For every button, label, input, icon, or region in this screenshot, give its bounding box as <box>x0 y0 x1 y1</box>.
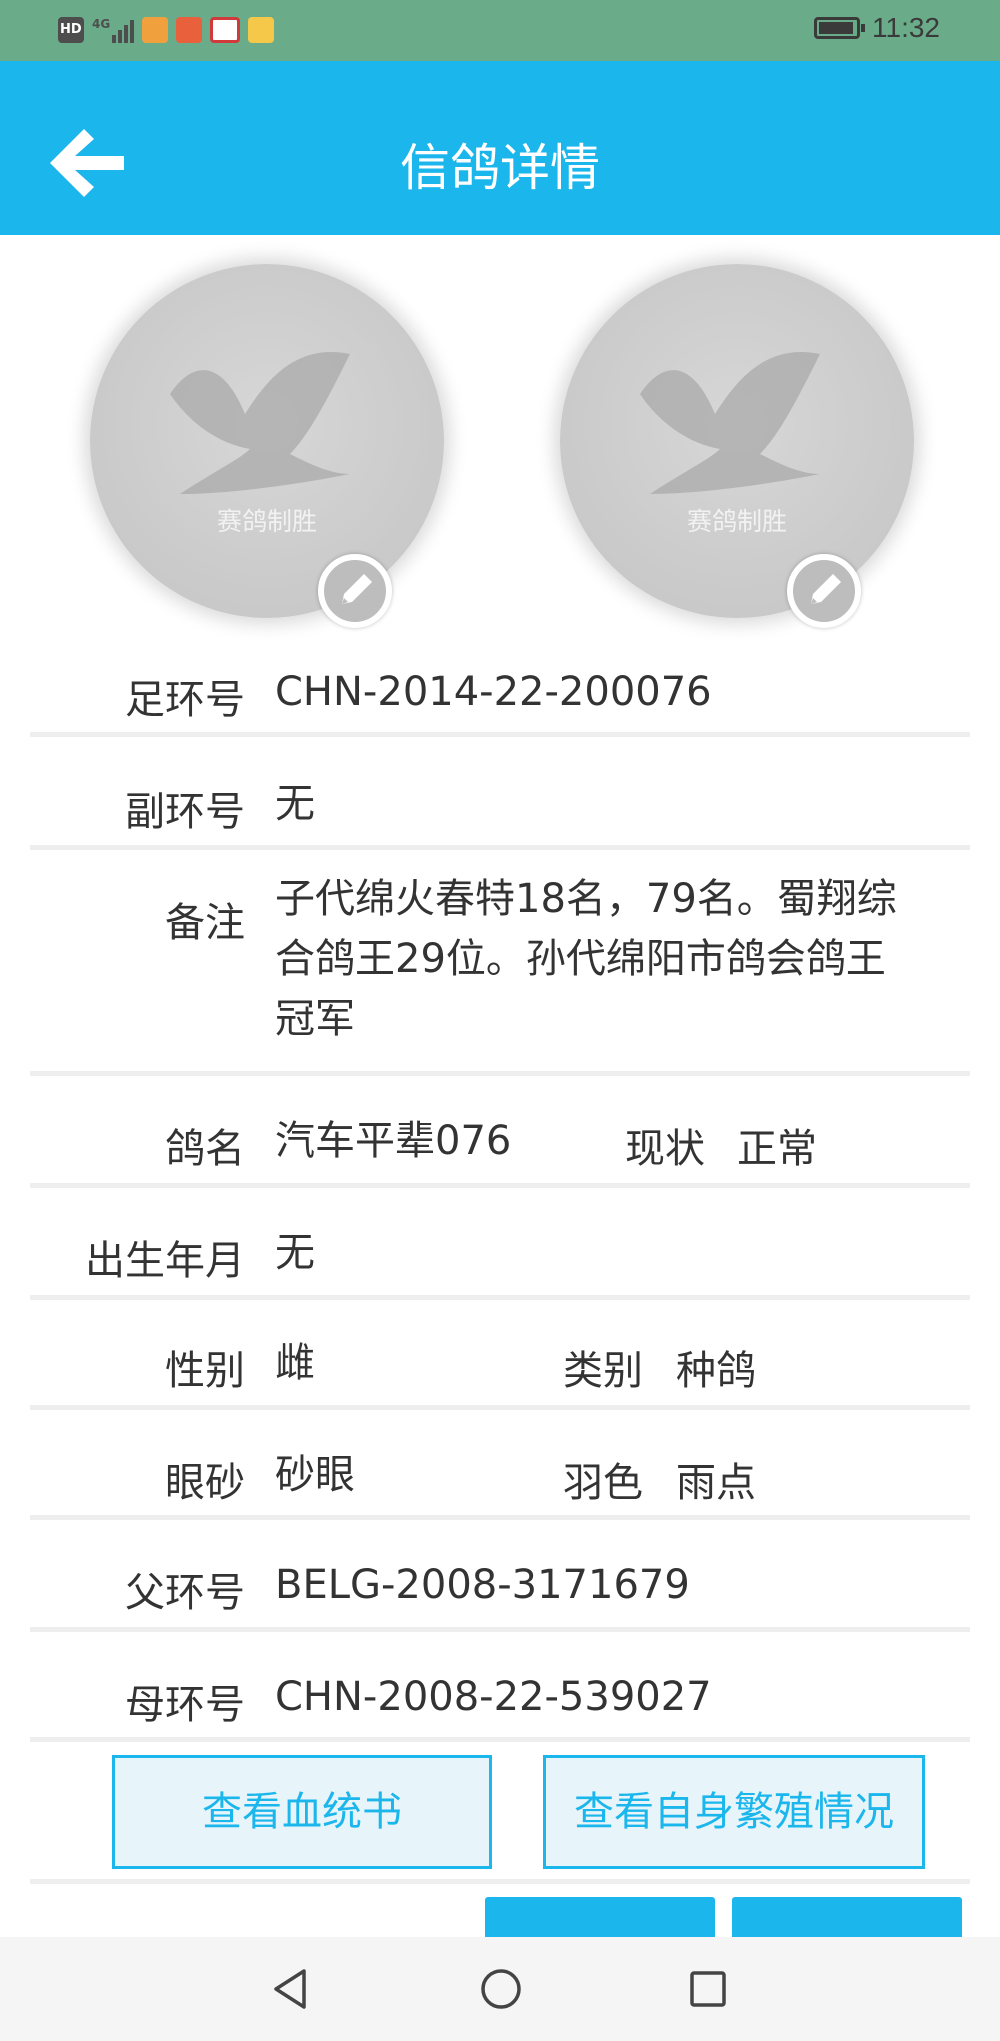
note-line-1: 子代绵火春特18名，79名。蜀翔综 <box>275 876 897 922</box>
status-bar: HD 4G 11:32 <box>0 0 1000 61</box>
secondary-ring-value: 无 <box>275 781 315 827</box>
status-right: 11:32 <box>814 12 940 44</box>
app-icon-video <box>142 17 169 43</box>
signal-icon: 4G <box>92 17 135 43</box>
nav-recents-icon[interactable] <box>686 1965 730 2013</box>
network-label: HD <box>60 22 82 37</box>
row-eye-feather: 眼砂 砂眼 羽色 雨点 <box>30 1410 970 1520</box>
note-label: 备注 <box>165 900 245 946</box>
view-breeding-button[interactable]: 查看自身繁殖情况 <box>543 1755 925 1869</box>
status-label: 现状 <box>625 1126 705 1172</box>
mother-ring-label: 母环号 <box>125 1682 245 1728</box>
sex-value: 雌 <box>275 1340 315 1386</box>
name-value: 汽车平辈076 <box>275 1118 512 1164</box>
app-icon-coffee <box>248 17 275 43</box>
row-mother-ring: 母环号 CHN-2008-22-539027 <box>30 1632 970 1742</box>
sex-label: 性别 <box>165 1348 245 1394</box>
photo-watermark: 赛鸽制胜 <box>686 507 787 536</box>
ring-label: 足环号 <box>125 677 245 723</box>
father-ring-value: BELG-2008-3171679 <box>275 1562 690 1608</box>
note-line-2: 合鸽王29位。孙代绵阳市鸽会鸽王 <box>275 936 886 982</box>
eye-value: 砂眼 <box>275 1452 355 1498</box>
edit-photo-1-button[interactable] <box>318 554 392 628</box>
nav-back-icon[interactable] <box>268 1965 312 2013</box>
hd-icon: HD <box>58 17 84 43</box>
secondary-ring-label: 副环号 <box>125 789 245 835</box>
signal-label: 4G <box>92 17 111 31</box>
nav-home-icon[interactable] <box>478 1965 524 2013</box>
row-name-status: 鸽名 汽车平辈076 现状 正常 <box>30 1076 970 1188</box>
divider <box>30 1879 970 1884</box>
clock: 11:32 <box>872 12 940 43</box>
row-sex-category: 性别 雌 类别 种鸽 <box>30 1300 970 1410</box>
system-nav-bar <box>0 1937 1000 2041</box>
battery-icon <box>814 17 865 39</box>
eye-label: 眼砂 <box>165 1460 245 1506</box>
note-line-3: 冠军 <box>275 996 355 1042</box>
pencil-icon <box>342 574 372 604</box>
category-label: 类别 <box>563 1348 643 1394</box>
row-secondary-ring: 副环号 无 <box>30 737 970 850</box>
ring-value: CHN-2014-22-200076 <box>275 669 712 715</box>
feather-value: 雨点 <box>676 1460 756 1506</box>
row-father-ring: 父环号 BELG-2008-3171679 <box>30 1520 970 1632</box>
pencil-icon <box>811 574 841 604</box>
pigeon-photo-1[interactable]: 赛鸽制胜 <box>90 264 444 618</box>
birth-value: 无 <box>275 1230 315 1276</box>
app-screen: HD 4G 11:32 信鸽详情 赛鸽制胜 赛鸽制胜 足环号 CHN-2014-… <box>0 0 1000 2041</box>
category-value: 种鸽 <box>676 1348 756 1394</box>
edit-photo-2-button[interactable] <box>787 554 861 628</box>
status-icons: HD 4G <box>58 17 275 43</box>
status-value: 正常 <box>737 1126 817 1172</box>
pigeon-photo-2[interactable]: 赛鸽制胜 <box>560 264 914 618</box>
page-title: 信鸽详情 <box>400 139 600 197</box>
mother-ring-value: CHN-2008-22-539027 <box>275 1674 712 1720</box>
feather-label: 羽色 <box>563 1460 643 1506</box>
app-icon-book <box>176 17 203 43</box>
photo-watermark: 赛鸽制胜 <box>216 507 317 536</box>
name-label: 鸽名 <box>165 1126 245 1172</box>
birth-label: 出生年月 <box>85 1238 245 1284</box>
app-icon-card <box>210 17 241 43</box>
row-ring: 足环号 CHN-2014-22-200076 <box>30 652 970 737</box>
father-ring-label: 父环号 <box>125 1570 245 1616</box>
view-pedigree-button[interactable]: 查看血统书 <box>112 1755 492 1869</box>
row-birth: 出生年月 无 <box>30 1188 970 1300</box>
row-note: 备注 子代绵火春特18名，79名。蜀翔综 合鸽王29位。孙代绵阳市鸽会鸽王 冠军 <box>30 850 970 1076</box>
